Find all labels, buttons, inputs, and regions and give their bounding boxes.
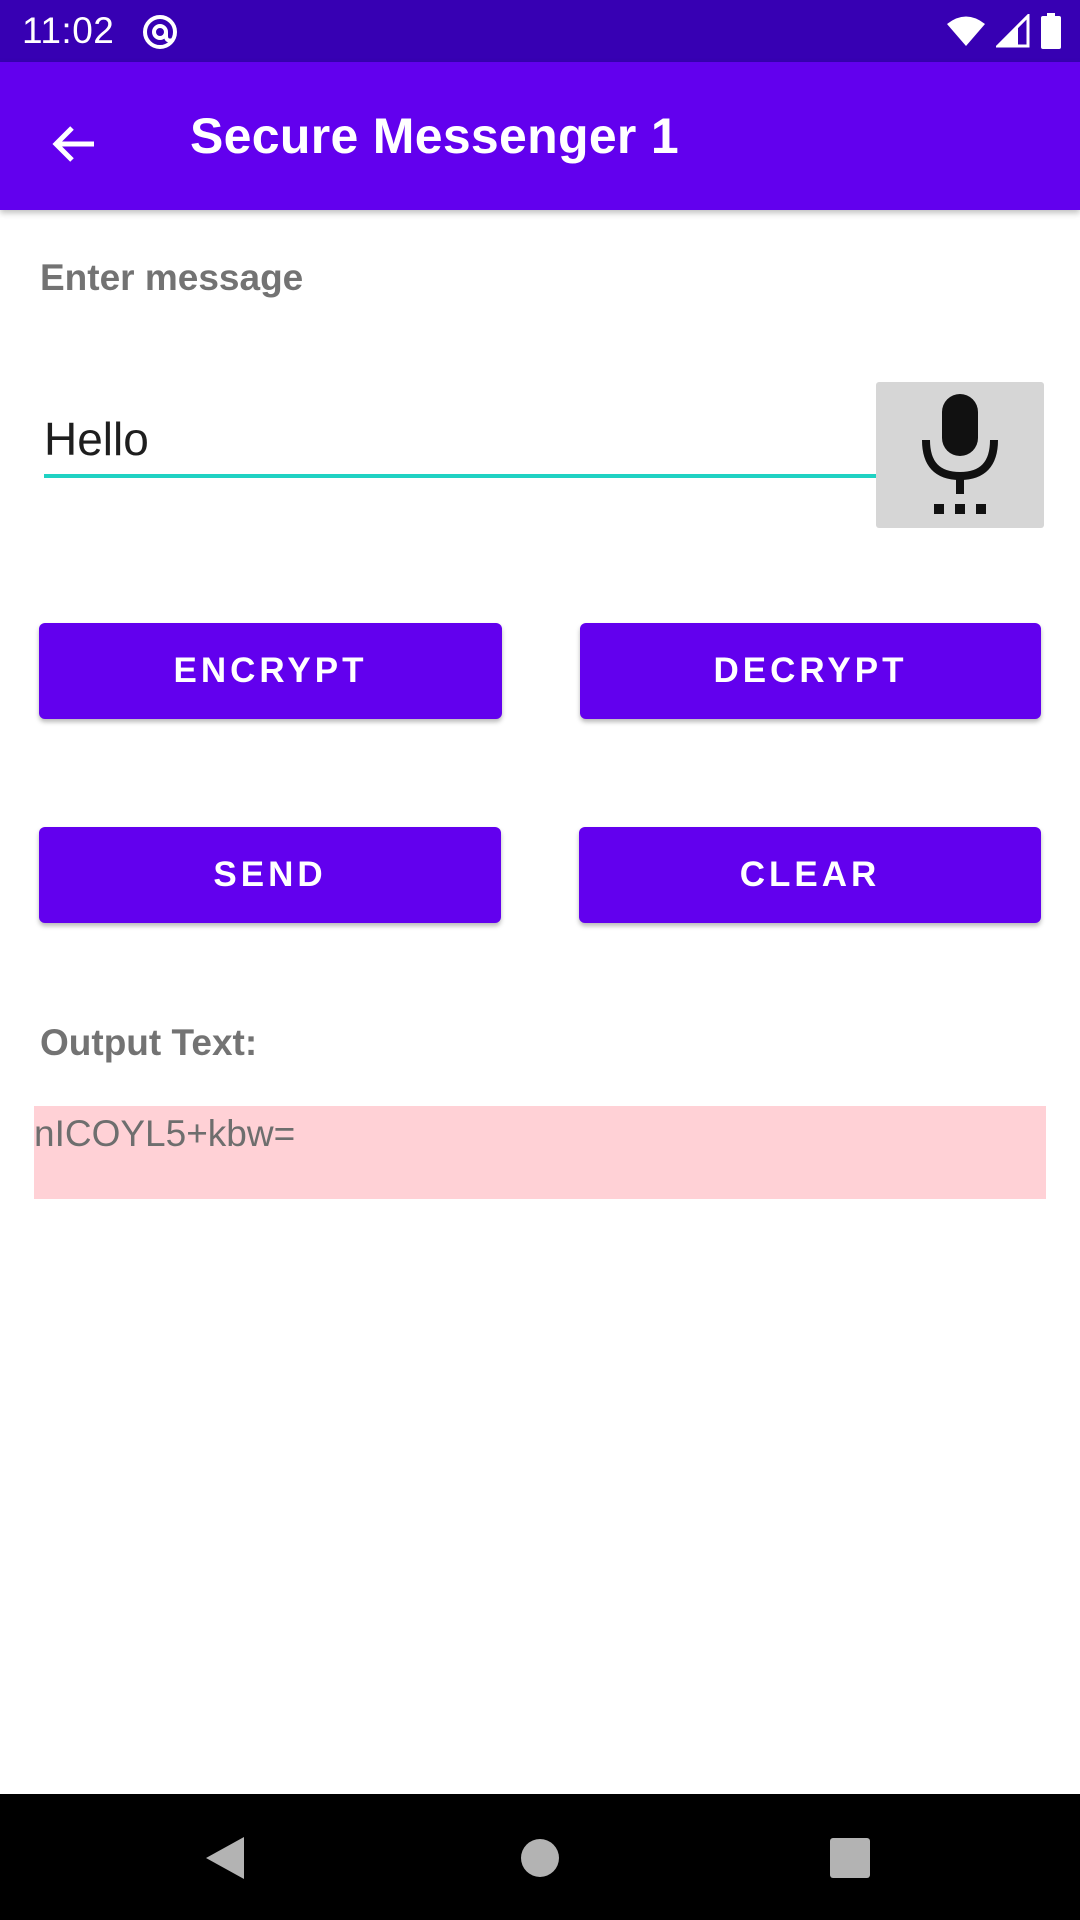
output-text-label: Output Text: [40, 1022, 258, 1063]
message-input[interactable] [44, 404, 876, 478]
encrypt-button[interactable]: ENCRYPT [39, 623, 502, 719]
voice-input-button[interactable] [876, 382, 1044, 528]
nav-back-button[interactable] [185, 1818, 265, 1898]
decrypt-button[interactable]: DECRYPT [580, 623, 1041, 719]
battery-icon [1041, 13, 1061, 49]
at-sign-icon [143, 15, 177, 49]
status-bar: 11:02 [0, 0, 1080, 62]
back-button[interactable] [32, 102, 116, 186]
app-bar: Secure Messenger 1 [0, 62, 1080, 210]
status-time: 11:02 [22, 10, 115, 51]
clear-button[interactable]: CLEAR [579, 827, 1041, 923]
output-text: nICOYL5+kbw= [34, 1113, 296, 1154]
arrow-back-icon [52, 126, 94, 162]
wifi-icon [947, 16, 985, 46]
output-box: nICOYL5+kbw= [34, 1106, 1046, 1199]
app-title: Secure Messenger 1 [190, 108, 679, 164]
nav-back-icon [206, 1837, 244, 1879]
nav-home-button[interactable] [500, 1818, 580, 1898]
nav-recents-button[interactable] [810, 1818, 890, 1898]
nav-recents-icon [830, 1838, 870, 1878]
nav-home-icon [521, 1839, 559, 1877]
enter-message-label: Enter message [40, 257, 304, 298]
cellular-signal-icon [996, 14, 1030, 48]
screen: 11:02 Secure Messenger 1 Enter message H… [0, 0, 1080, 1920]
system-nav-bar [0, 1794, 1080, 1920]
microphone-icon [922, 394, 998, 514]
status-icons [946, 13, 1062, 49]
send-button[interactable]: SEND [39, 827, 501, 923]
